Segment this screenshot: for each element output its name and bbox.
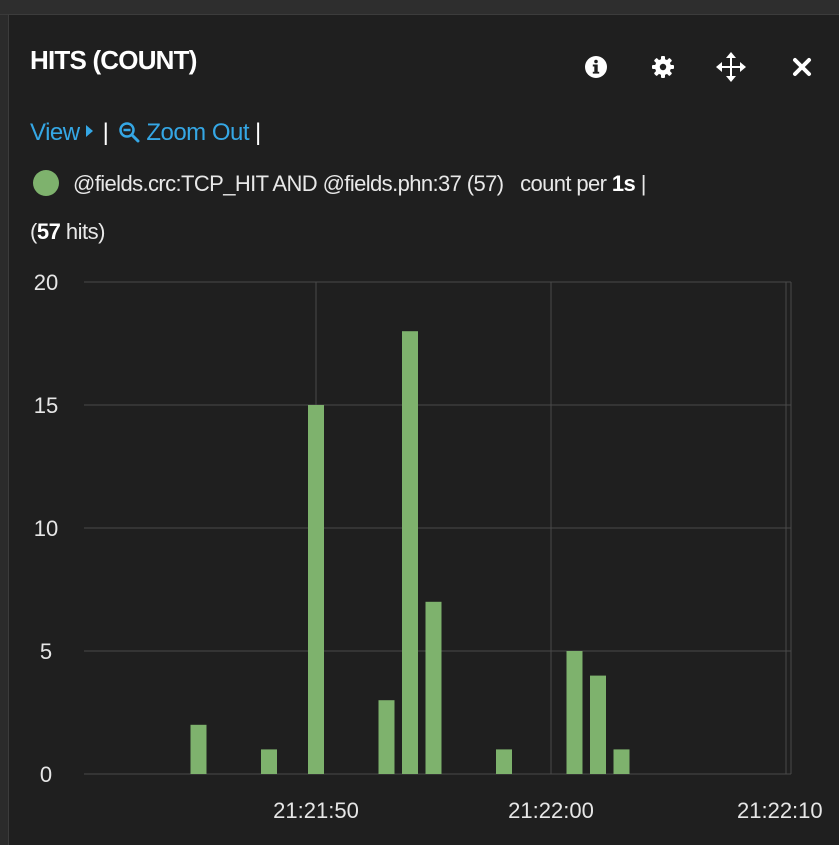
bar[interactable] bbox=[308, 405, 324, 774]
bar[interactable] bbox=[402, 331, 418, 774]
y-tick-label: 5 bbox=[40, 639, 52, 664]
chart-bars bbox=[190, 331, 630, 774]
bar[interactable] bbox=[590, 675, 606, 774]
bar[interactable] bbox=[496, 749, 512, 774]
bar[interactable] bbox=[425, 601, 442, 774]
bar[interactable] bbox=[261, 749, 277, 774]
x-tick-label: 21:22:00 bbox=[508, 798, 594, 823]
x-tick-label: 21:21:50 bbox=[273, 798, 359, 823]
bar[interactable] bbox=[566, 651, 583, 774]
bar[interactable] bbox=[378, 700, 395, 774]
y-tick-label: 20 bbox=[34, 270, 58, 295]
y-tick-label: 0 bbox=[40, 762, 52, 787]
y-tick-label: 15 bbox=[34, 393, 58, 418]
hits-bar-chart: 0 5 10 15 20 21:21:50 21:22:00 21:22:10 bbox=[34, 270, 823, 823]
x-axis: 21:21:50 21:22:00 21:22:10 bbox=[273, 798, 822, 823]
bar[interactable] bbox=[613, 749, 630, 774]
x-tick-label: 21:22:10 bbox=[737, 798, 823, 823]
y-axis: 0 5 10 15 20 bbox=[34, 270, 58, 787]
bar[interactable] bbox=[190, 724, 207, 774]
y-tick-label: 10 bbox=[34, 516, 58, 541]
